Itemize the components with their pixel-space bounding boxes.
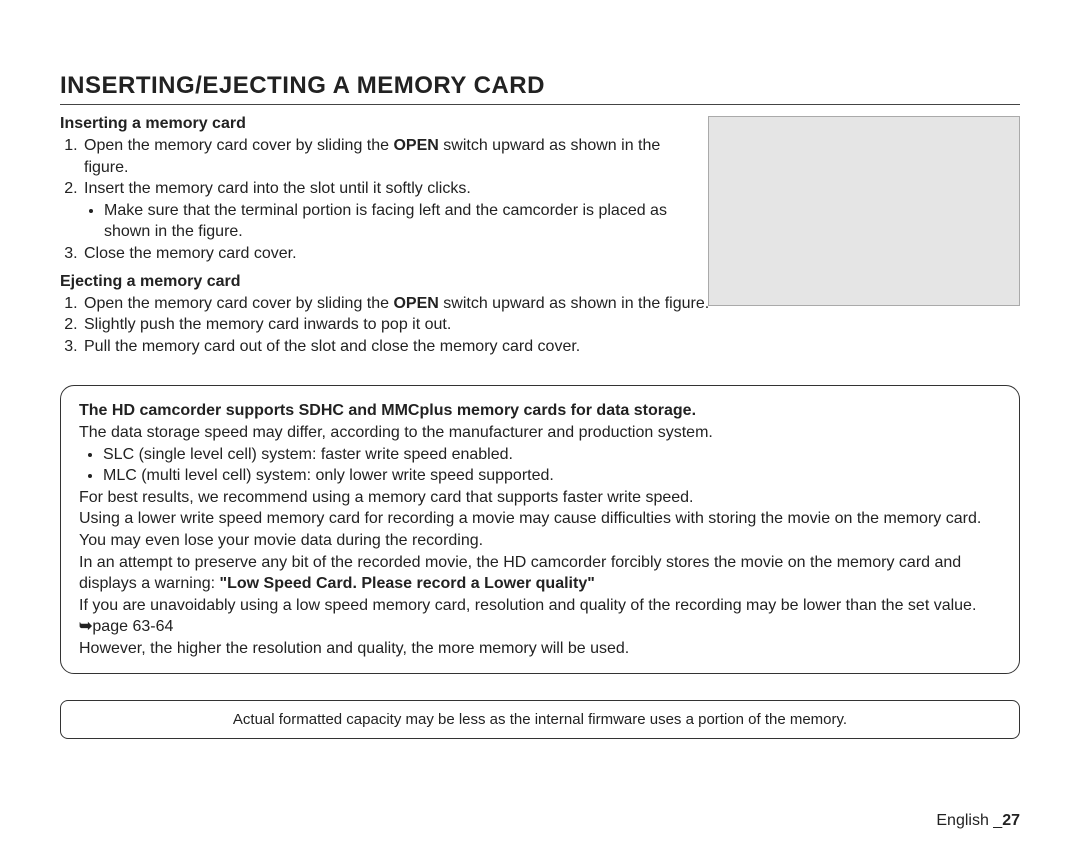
text: If you are unavoidably using a low speed… (79, 597, 976, 614)
info-heading: The HD camcorder supports SDHC and MMCpl… (79, 400, 1001, 422)
text: Open the memory card cover by sliding th… (84, 295, 393, 312)
page-footer: English _27 (936, 812, 1020, 830)
list-item: Close the memory card cover. (82, 243, 680, 265)
sub-bullets: Make sure that the terminal portion is f… (84, 200, 680, 243)
list-item: MLC (multi level cell) system: only lowe… (103, 465, 1001, 487)
info-line: Using a lower write speed memory card fo… (79, 508, 1001, 551)
list-item: Open the memory card cover by sliding th… (82, 135, 680, 178)
info-line: The data storage speed may differ, accor… (79, 422, 1001, 444)
info-line: For best results, we recommend using a m… (79, 487, 1001, 509)
note-box: Actual formatted capacity may be less as… (60, 700, 1020, 739)
manual-page: INSERTING/EJECTING A MEMORY CARD Inserti… (0, 0, 1080, 866)
open-label: OPEN (393, 295, 438, 312)
list-item: Pull the memory card out of the slot and… (82, 336, 1020, 358)
open-label: OPEN (393, 137, 438, 154)
page-number: 27 (1002, 812, 1020, 829)
info-line: However, the higher the resolution and q… (79, 638, 1001, 660)
text: switch upward as shown in the figure. (439, 295, 709, 312)
page-ref-arrow-icon: ➥ (79, 618, 92, 635)
text: Open the memory card cover by sliding th… (84, 137, 393, 154)
figure-placeholder (708, 116, 1020, 306)
note-text: Actual formatted capacity may be less as… (233, 711, 847, 728)
info-line: If you are unavoidably using a low speed… (79, 595, 1001, 638)
warning-text: "Low Speed Card. Please record a Lower q… (220, 575, 595, 592)
inserting-steps: Open the memory card cover by sliding th… (60, 135, 680, 265)
list-item: Insert the memory card into the slot unt… (82, 178, 680, 243)
info-line: In an attempt to preserve any bit of the… (79, 552, 1001, 595)
page-ref: page 63-64 (92, 618, 173, 635)
list-item: SLC (single level cell) system: faster w… (103, 444, 1001, 466)
footer-language: English _ (936, 812, 1002, 829)
list-item: Make sure that the terminal portion is f… (104, 200, 680, 243)
info-box: The HD camcorder supports SDHC and MMCpl… (60, 385, 1020, 674)
text: Insert the memory card into the slot unt… (84, 180, 471, 197)
list-item: Slightly push the memory card inwards to… (82, 314, 1020, 336)
section-title: INSERTING/EJECTING A MEMORY CARD (60, 72, 1020, 105)
info-bullets: SLC (single level cell) system: faster w… (83, 444, 1001, 487)
subheading-inserting: Inserting a memory card (60, 115, 680, 133)
